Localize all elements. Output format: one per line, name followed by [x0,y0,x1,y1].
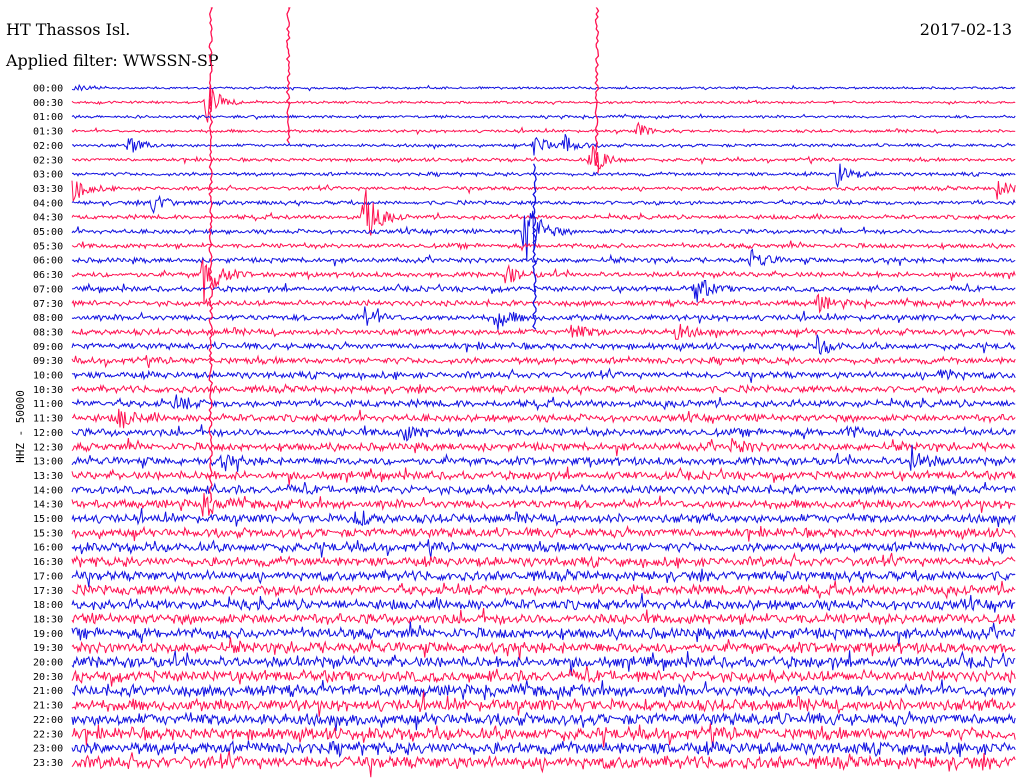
trace-line [71,83,1016,92]
trace-line [71,650,1016,676]
y-tick-label: 16:00 [33,543,63,554]
y-tick-label: 05:30 [33,241,63,252]
trace-line [71,240,1016,252]
y-tick-label: 19:00 [33,629,63,640]
y-tick-label: 22:00 [33,715,63,726]
trace-line [71,354,1016,369]
trace-line [71,323,1016,340]
y-tick-label: 02:30 [33,155,63,166]
y-tick-label: 16:30 [33,557,63,568]
y-tick-label: 05:00 [33,227,63,238]
trace-line [71,180,1016,203]
trace-line [71,593,1016,613]
y-tick-label: 22:30 [33,729,63,740]
trace-line [71,248,1016,268]
y-tick-label: 19:30 [33,643,63,654]
spike-line [285,7,291,144]
y-tick-label: 17:00 [33,571,63,582]
trace-line [71,306,1016,331]
y-tick-label: 12:00 [33,428,63,439]
y-tick-label: 15:30 [33,528,63,539]
y-tick-label: 00:00 [33,84,63,95]
y-tick-label: 23:00 [33,744,63,755]
trace-line [71,121,1016,136]
trace-line [71,194,1016,215]
trace-line [71,163,1016,189]
seismic-traces [71,83,1016,778]
trace-line [71,710,1016,732]
y-tick-label: 13:30 [33,471,63,482]
y-tick-label: 09:00 [33,342,63,353]
y-tick-label: 23:30 [33,758,63,769]
trace-line [71,493,1016,517]
trace-line [71,691,1016,717]
spike-marks [208,7,600,504]
trace-line [71,293,1016,314]
spike-line [208,7,214,504]
y-tick-label: 01:30 [33,127,63,138]
trace-line [71,539,1016,558]
y-tick-label: 07:30 [33,299,63,310]
y-tick-labels: 00:00 00:30 01:00 01:30 02:00 02:30 03:00 03:30… [33,84,63,769]
y-tick-label: 14:00 [33,485,63,496]
y-tick-label: 04:00 [33,198,63,209]
trace-line [71,113,1016,121]
y-tick-label: 18:00 [33,600,63,611]
y-tick-label: 04:30 [33,213,63,224]
y-tick-label: 15:00 [33,514,63,525]
trace-line [71,552,1016,569]
trace-line [71,665,1016,687]
y-tick-label: 21:00 [33,686,63,697]
trace-line [71,394,1016,412]
trace-line [71,621,1016,647]
trace-line [71,210,1016,261]
trace-line [71,444,1016,472]
y-tick-label: 20:00 [33,658,63,669]
spike-line [594,7,600,174]
trace-line [71,259,1016,304]
y-tick-label: 01:00 [33,112,63,123]
y-tick-label: 06:00 [33,256,63,267]
y-tick-label: 17:30 [33,586,63,597]
trace-line [72,679,1016,701]
trace-line [71,580,1016,600]
trace-line [71,134,1016,156]
trace-line [71,424,1016,442]
trace-line [71,145,1016,170]
trace-line [71,607,1016,626]
trace-line [71,637,1016,661]
trace-line [71,508,1016,528]
helicorder-plot: 00:00 00:30 01:00 01:30 02:00 02:30 03:00 03:30… [33,7,1016,778]
trace-line [71,739,1016,758]
y-tick-label: 07:00 [33,284,63,295]
y-tick-label: 18:30 [33,614,63,625]
y-tick-label: 13:00 [33,457,63,468]
trace-line [71,367,1016,383]
y-tick-label: 20:30 [33,672,63,683]
y-tick-label: 06:30 [33,270,63,281]
trace-line [71,383,1016,397]
y-tick-label: 12:30 [33,442,63,453]
y-tick-label: 11:00 [33,399,63,410]
y-tick-label: 14:30 [33,500,63,511]
trace-line [71,466,1016,486]
y-tick-label: 03:00 [33,170,63,181]
trace-line [71,334,1016,356]
y-tick-label: 09:30 [33,356,63,367]
y-tick-label: 10:30 [33,385,63,396]
trace-line [71,438,1016,457]
y-tick-label: 21:30 [33,701,63,712]
trace-line [71,481,1016,497]
trace-line [71,280,1016,303]
y-tick-label: 10:00 [33,371,63,382]
trace-line [71,408,1016,429]
y-tick-label: 02:00 [33,141,63,152]
y-tick-label: 08:30 [33,327,63,338]
y-tick-label: 00:30 [33,98,63,109]
y-tick-label: 08:00 [33,313,63,324]
trace-line [71,524,1016,542]
trace-line [71,750,1016,778]
y-tick-label: 11:30 [33,414,63,425]
y-tick-label: 03:30 [33,184,63,195]
